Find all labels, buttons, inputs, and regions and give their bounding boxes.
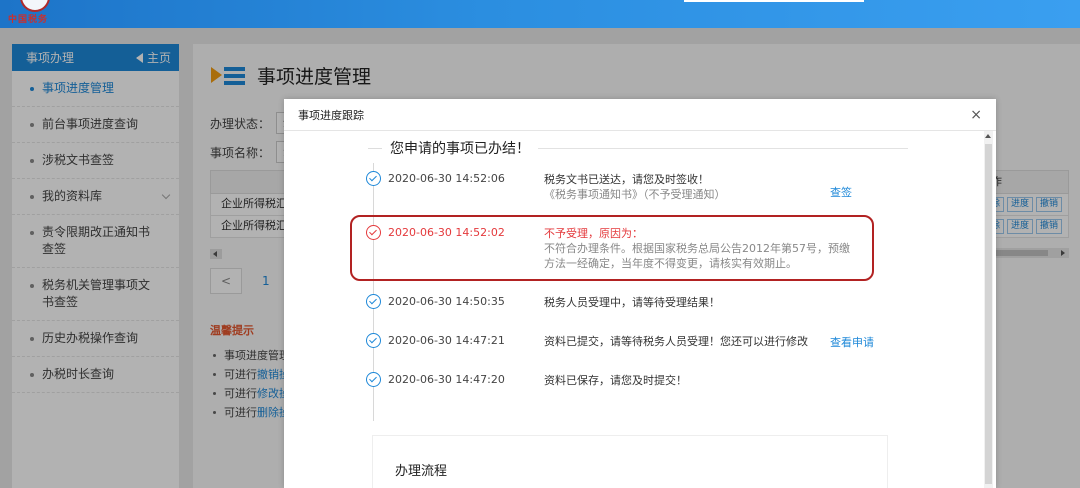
dialog-title: 事项进度跟踪 (298, 108, 364, 122)
top-banner: 中国税务 (0, 0, 1080, 28)
step-message-line: 税务文书已送达，请您及时签收！ (544, 173, 709, 186)
step-time: 2020-06-30 14:52:02 (388, 226, 505, 239)
scroll-up-arrow-icon[interactable] (985, 134, 991, 138)
close-icon[interactable]: × (970, 108, 982, 122)
process-flow-title: 办理流程 (395, 464, 448, 479)
step-message: 税务文书已送达，请您及时签收！ 《税务事项通知书》（不予受理通知） (544, 172, 726, 202)
step-message: 税务人员受理中，请等待受理结果！ (544, 295, 720, 310)
dialog-header: 事项进度跟踪 × (284, 99, 996, 131)
step-time: 2020-06-30 14:50:35 (388, 295, 505, 308)
dialog-body: 您申请的事项已办结！ 2020-06-30 14:52:06 税务文书已送达，请… (284, 131, 984, 488)
completion-heading: 您申请的事项已办结！ (368, 138, 908, 158)
check-circle-icon (366, 225, 381, 240)
top-search-edge (684, 0, 864, 2)
progress-tracking-dialog: 事项进度跟踪 × 您申请的事项已办结！ 2020-06-30 14:52:06 … (284, 99, 996, 488)
completion-heading-text: 您申请的事项已办结！ (390, 141, 530, 157)
check-circle-icon (366, 294, 381, 309)
process-flow-panel: 办理流程 (372, 435, 888, 488)
logo-text: 中国税务 (8, 15, 49, 25)
step-time: 2020-06-30 14:52:06 (388, 172, 505, 185)
step-message-line: 资料已保存，请您及时提交！ (544, 374, 687, 387)
step-message-sub: 《税务事项通知书》（不予受理通知） (544, 188, 726, 201)
view-application-link[interactable]: 查看申请 (830, 334, 874, 350)
step-message: 资料已提交，请等待税务人员受理！您还可以进行修改 (544, 334, 808, 349)
scrollbar-thumb[interactable] (985, 144, 992, 484)
step-message-line: 资料已提交，请等待税务人员受理！您还可以进行修改 (544, 335, 808, 348)
step-message-line: 不予受理，原因为： (544, 227, 643, 240)
step-time: 2020-06-30 14:47:21 (388, 334, 505, 347)
step-message-sub: 不符合办理条件。根据国家税务总局公告2012年第57号，预缴 (544, 242, 850, 255)
step-message: 不予受理，原因为： 不符合办理条件。根据国家税务总局公告2012年第57号，预缴… (544, 226, 850, 271)
dialog-scrollbar[interactable] (984, 131, 993, 488)
logo: 中国税务 (8, 0, 62, 26)
check-circle-icon (366, 171, 381, 186)
logo-emblem-icon (20, 0, 50, 12)
check-circle-icon (366, 333, 381, 348)
step-message-sub: 方法一经确定，当年度不得变更，请核实有效期止。 (544, 257, 797, 270)
step-message-line: 税务人员受理中，请等待受理结果！ (544, 296, 720, 309)
step-message: 资料已保存，请您及时提交！ (544, 373, 687, 388)
view-sign-link[interactable]: 查签 (830, 184, 852, 200)
step-time: 2020-06-30 14:47:20 (388, 373, 505, 386)
check-circle-icon (366, 372, 381, 387)
